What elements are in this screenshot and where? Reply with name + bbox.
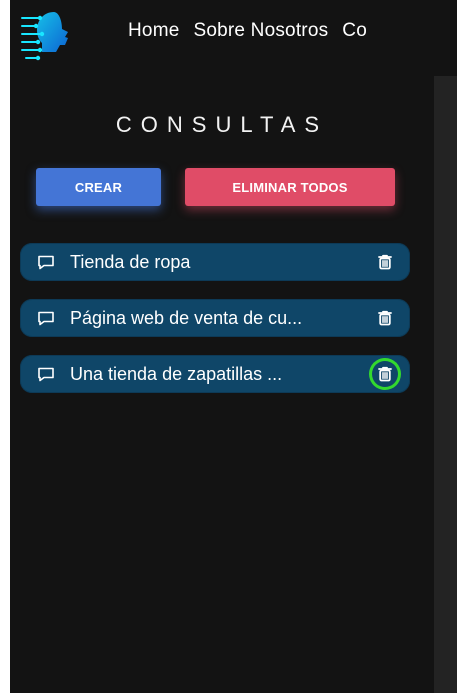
chat-bubble-icon (37, 253, 55, 271)
consultation-item[interactable]: Página web de venta de cu... (20, 299, 410, 337)
create-button[interactable]: CREAR (36, 168, 161, 206)
sidebar-title: CONSULTAS (115, 112, 329, 137)
ai-head-logo[interactable] (18, 8, 90, 64)
nav-home[interactable]: Home (128, 20, 179, 42)
consultation-item[interactable]: Una tienda de zapatillas ... (20, 355, 410, 393)
trash-icon[interactable] (372, 361, 398, 387)
consultation-item[interactable]: Tienda de ropa (20, 243, 410, 281)
delete-all-button[interactable]: ELIMINAR TODOS (185, 168, 395, 206)
consultation-label: Tienda de ropa (70, 252, 191, 272)
consultations-sidebar: CONSULTAS CREAR ELIMINAR TODOS Tienda de… (10, 76, 434, 693)
consultation-label: Una tienda de zapatillas ... (70, 364, 283, 384)
main-nav: Home Sobre Nosotros Co (128, 20, 367, 42)
consultation-list: Tienda de ropa Página web de venta de cu… (20, 243, 410, 411)
trash-icon[interactable] (372, 249, 398, 275)
consultation-label: Página web de venta de cu... (70, 308, 303, 328)
nav-about-us[interactable]: Sobre Nosotros (193, 20, 328, 42)
top-navigation: Home Sobre Nosotros Co (10, 0, 457, 76)
chat-bubble-icon (37, 365, 55, 383)
main-content-panel (434, 76, 457, 693)
app-window: Home Sobre Nosotros Co CONSULTAS CREAR E… (10, 0, 457, 693)
nav-partial-item[interactable]: Co (342, 20, 367, 42)
trash-icon[interactable] (372, 305, 398, 331)
chat-bubble-icon (37, 309, 55, 327)
